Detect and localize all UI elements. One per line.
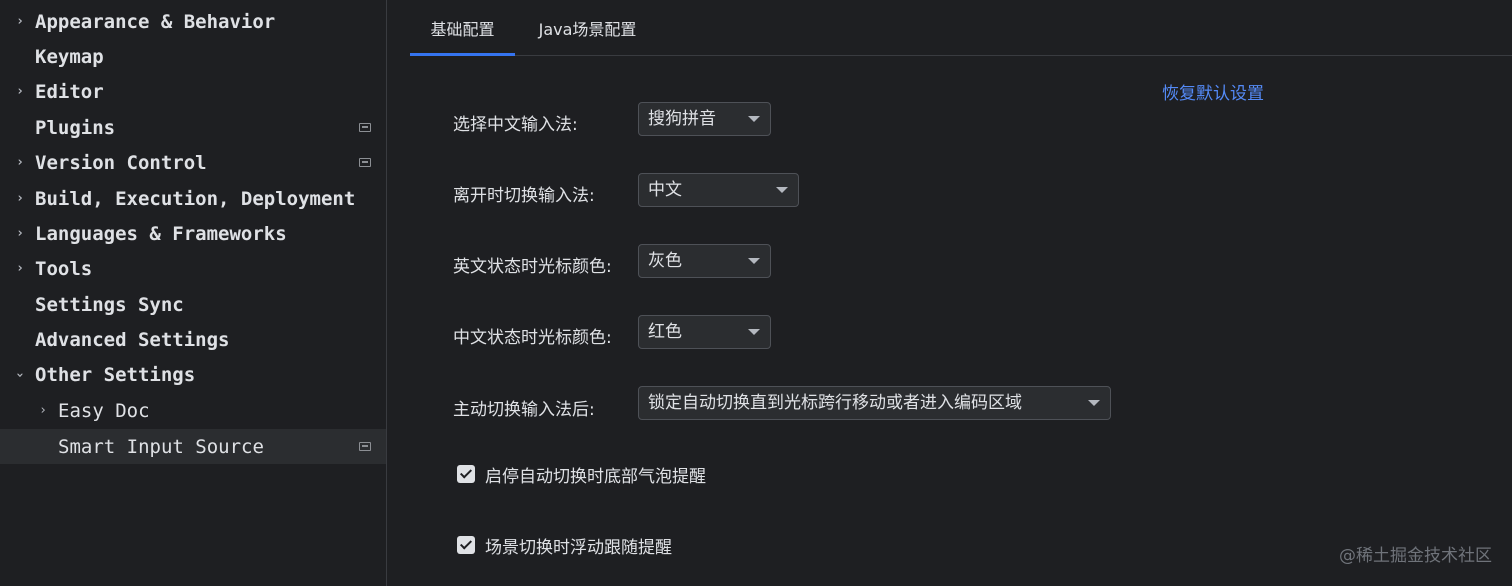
sidebar-item-label: Build, Execution, Deployment: [35, 187, 356, 210]
select-value: 灰色: [648, 251, 682, 271]
sidebar-item-smart-input-source[interactable]: Smart Input Source: [0, 429, 386, 464]
sidebar-item-tools[interactable]: › Tools: [0, 251, 386, 286]
zh-cursor-color-select[interactable]: 红色: [638, 315, 771, 349]
chevron-right-icon[interactable]: ›: [36, 403, 50, 418]
sidebar-item-label: Appearance & Behavior: [35, 10, 276, 33]
settings-content: 基础配置 Java场景配置 恢复默认设置 选择中文输入法: 搜狗拼音 离开时切换…: [387, 0, 1512, 586]
tab-label: 基础配置: [430, 19, 495, 39]
tab-basic-config[interactable]: 基础配置: [410, 0, 515, 56]
settings-sidebar: › Appearance & Behavior Keymap › Editor …: [0, 0, 387, 586]
chevron-right-icon[interactable]: ›: [13, 191, 27, 206]
chevron-down-icon[interactable]: ›: [13, 368, 28, 382]
sidebar-item-label: Languages & Frameworks: [35, 222, 287, 245]
tab-java-scene-config[interactable]: Java场景配置: [515, 0, 660, 55]
input-method-select[interactable]: 搜狗拼音: [638, 102, 771, 136]
chevron-down-icon: [748, 258, 760, 264]
project-scope-icon: [359, 158, 371, 167]
sidebar-item-easy-doc[interactable]: › Easy Doc: [0, 393, 386, 428]
sidebar-item-settings-sync[interactable]: Settings Sync: [0, 287, 386, 322]
leave-switch-select[interactable]: 中文: [638, 173, 799, 207]
sidebar-item-label: Tools: [35, 257, 93, 280]
select-value: 搜狗拼音: [648, 109, 716, 129]
chevron-right-icon[interactable]: ›: [13, 84, 27, 99]
chevron-down-icon: [748, 329, 760, 335]
sidebar-item-editor[interactable]: › Editor: [0, 74, 386, 109]
bubble-reminder-checkbox-row[interactable]: 启停自动切换时底部气泡提醒: [457, 462, 706, 487]
manual-switch-label: 主动切换输入法后:: [453, 400, 595, 420]
manual-switch-select[interactable]: 锁定自动切换直到光标跨行移动或者进入编码区域: [638, 386, 1111, 420]
sidebar-item-label: Version Control: [35, 151, 207, 174]
sidebar-item-label: Editor: [35, 80, 104, 103]
sidebar-item-label: Advanced Settings: [35, 328, 230, 351]
sidebar-item-label: Easy Doc: [58, 399, 150, 422]
chevron-down-icon: [776, 187, 788, 193]
select-value: 锁定自动切换直到光标跨行移动或者进入编码区域: [648, 393, 1022, 413]
sidebar-item-other-settings[interactable]: › Other Settings: [0, 357, 386, 392]
tab-bar: 基础配置 Java场景配置: [410, 0, 1512, 56]
watermark: @稀土掘金技术社区: [1339, 546, 1492, 566]
select-value: 红色: [648, 322, 682, 342]
sidebar-item-label: Keymap: [35, 45, 104, 68]
chevron-right-icon[interactable]: ›: [13, 226, 27, 241]
checkbox-label: 启停自动切换时底部气泡提醒: [485, 466, 706, 487]
chevron-right-icon[interactable]: ›: [13, 261, 27, 276]
sidebar-item-label: Smart Input Source: [58, 435, 264, 458]
floating-reminder-checkbox[interactable]: [457, 536, 475, 554]
sidebar-item-version-control[interactable]: › Version Control: [0, 145, 386, 180]
sidebar-item-build-execution-deployment[interactable]: › Build, Execution, Deployment: [0, 181, 386, 216]
chevron-right-icon[interactable]: ›: [13, 155, 27, 170]
restore-defaults-link[interactable]: 恢复默认设置: [1162, 79, 1264, 104]
input-method-label: 选择中文输入法:: [453, 115, 578, 135]
sidebar-item-languages-frameworks[interactable]: › Languages & Frameworks: [0, 216, 386, 251]
floating-reminder-checkbox-row[interactable]: 场景切换时浮动跟随提醒: [457, 533, 672, 558]
select-value: 中文: [648, 180, 682, 200]
sidebar-item-label: Settings Sync: [35, 293, 184, 316]
sidebar-item-plugins[interactable]: Plugins: [0, 110, 386, 145]
chevron-down-icon: [1088, 400, 1100, 406]
zh-cursor-color-label: 中文状态时光标颜色:: [453, 328, 612, 348]
sidebar-item-appearance-behavior[interactable]: › Appearance & Behavior: [0, 4, 386, 39]
chevron-right-icon[interactable]: ›: [13, 14, 27, 29]
en-cursor-color-select[interactable]: 灰色: [638, 244, 771, 278]
tab-label: Java场景配置: [538, 19, 637, 39]
project-scope-icon: [359, 123, 371, 132]
checkbox-label: 场景切换时浮动跟随提醒: [485, 537, 672, 558]
sidebar-item-label: Other Settings: [35, 363, 196, 386]
sidebar-item-advanced-settings[interactable]: Advanced Settings: [0, 322, 386, 357]
en-cursor-color-label: 英文状态时光标颜色:: [453, 257, 612, 277]
bubble-reminder-checkbox[interactable]: [457, 465, 475, 483]
sidebar-item-keymap[interactable]: Keymap: [0, 39, 386, 74]
sidebar-item-label: Plugins: [35, 116, 116, 139]
project-scope-icon: [359, 442, 371, 451]
leave-switch-label: 离开时切换输入法:: [453, 186, 595, 206]
chevron-down-icon: [748, 116, 760, 122]
